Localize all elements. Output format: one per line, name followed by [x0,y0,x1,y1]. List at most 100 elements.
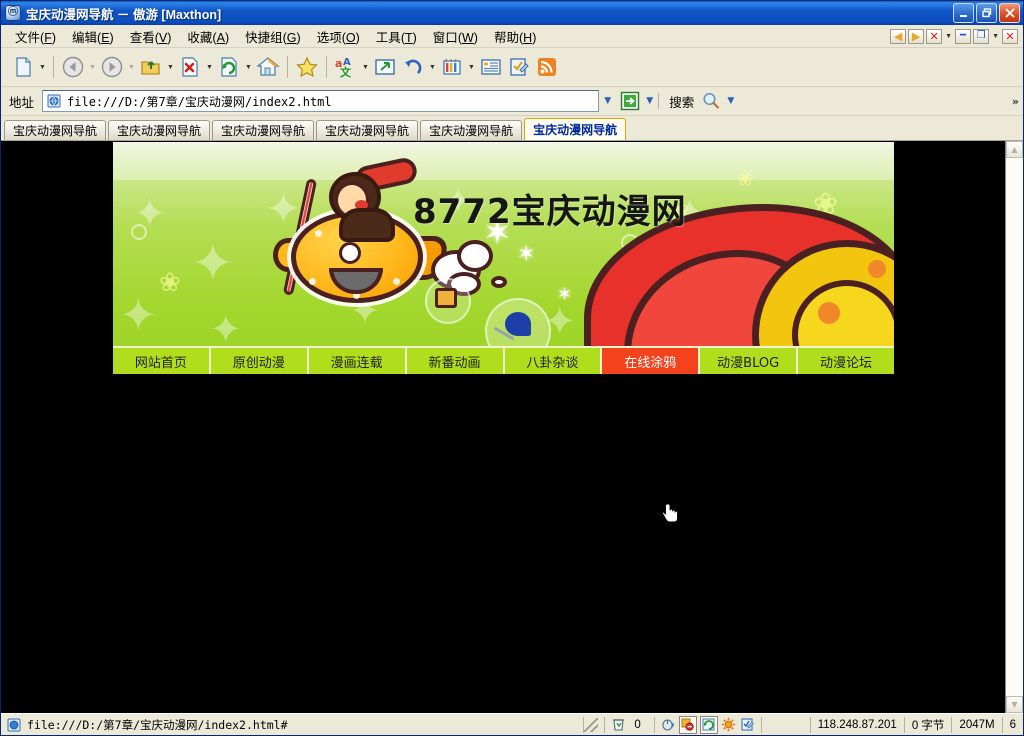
notes-edit-icon[interactable] [505,53,533,81]
proxy-switch-icon[interactable] [699,715,718,734]
nav-item-blog[interactable]: 动漫BLOG [700,348,799,374]
translate-icon[interactable]: a A 文 [332,53,360,81]
magnifier-icon[interactable] [700,90,722,112]
banner-sky [113,142,894,180]
status-plugin-icons [655,715,761,734]
address-history-dropdown[interactable]: ▼ [599,91,616,111]
mdi-prev-button[interactable]: ◀ [890,28,907,44]
nav-item-forum[interactable]: 动漫论坛 [798,348,894,374]
address-bar: 地址 file:///D:/第7章/宝庆动漫网/index2.html ▼ ▼ … [1,87,1023,116]
ad-hunter-icon[interactable] [678,715,697,734]
rss-feed-icon[interactable] [533,53,561,81]
stop-icon[interactable] [176,53,204,81]
blue-flower-icon [505,312,531,336]
undo-close-icon[interactable] [399,53,427,81]
menu-item-favorites[interactable]: 收藏(A) [179,25,237,48]
toolbar-separator [287,56,288,78]
menu-item-options[interactable]: 选项(O) [309,25,368,48]
nav-item-new-anime[interactable]: 新番动画 [406,348,505,374]
close-button[interactable] [999,3,1020,23]
mdi-close-doc-button[interactable]: ✕ [926,28,943,44]
tab-4[interactable]: 宝庆动漫网导航 [420,120,523,140]
mdi-restore-doc-button[interactable]: ❐ [973,28,990,44]
nav-item-online-doodle[interactable]: 在线涂鸦 [602,348,701,374]
go-arrow-icon[interactable] [619,90,641,112]
svg-text:文: 文 [340,65,352,78]
nav-item-original[interactable]: 原创动漫 [210,348,309,374]
scroll-up-button[interactable]: ▲ [1006,141,1023,158]
status-count: 6 [1009,718,1016,731]
nav-item-home[interactable]: 网站首页 [113,348,211,374]
translate-dropdown[interactable]: ▼ [360,64,371,71]
new-page-icon[interactable] [9,53,37,81]
undo-close-dropdown[interactable]: ▼ [427,64,438,71]
menu-item-window[interactable]: 窗口(W) [425,25,486,48]
window-controls [953,3,1020,23]
menu-bar: 文件(F) 编辑(E) 查看(V) 收藏(A) 快捷组(G) 选项(O) 工具(… [1,25,1023,48]
address-separator [658,93,660,109]
refresh-icon[interactable] [215,53,243,81]
home-icon[interactable] [254,53,282,81]
scroll-track[interactable] [1006,158,1023,696]
mdi-minimize-doc-button[interactable]: ━ [955,28,972,44]
mdi-close-window-button[interactable]: ✕ [1002,28,1018,44]
filter-tools-icon[interactable] [438,53,466,81]
back-dropdown[interactable]: ▼ [87,64,98,71]
popup-window-icon[interactable] [371,53,399,81]
tab-2[interactable]: 宝庆动漫网导航 [212,120,315,140]
minimize-button[interactable] [953,3,974,23]
tab-5-active[interactable]: 宝庆动漫网导航 [524,118,627,140]
go-dropdown[interactable]: ▼ [641,91,658,111]
menu-item-edit[interactable]: 编辑(E) [64,25,122,48]
tab-1[interactable]: 宝庆动漫网导航 [108,120,211,140]
status-blocked-cell[interactable]: 0 [605,715,653,734]
menu-item-help[interactable]: 帮助(H) [486,25,544,48]
mdi-close-dropdown[interactable]: ▼ [944,33,953,40]
banner-title: 8772宝庆动漫网 [413,192,687,232]
plugin-sun-icon[interactable] [721,717,737,733]
nav-item-gossip[interactable]: 八卦杂谈 [504,348,603,374]
scroll-down-button[interactable]: ▼ [1006,696,1023,713]
forward-icon[interactable] [98,53,126,81]
sidebar-list-icon[interactable] [477,53,505,81]
toolbar-overflow-icon[interactable]: » [1012,95,1019,108]
bubble-decor [131,224,147,240]
tab-bar: 宝庆动漫网导航 宝庆动漫网导航 宝庆动漫网导航 宝庆动漫网导航 宝庆动漫网导航 … [1,116,1023,141]
address-input[interactable]: file:///D:/第7章/宝庆动漫网/index2.html [42,90,600,112]
forward-dropdown[interactable]: ▼ [126,64,137,71]
title-bar: ⓜ 宝庆动漫网导航 － 傲游 [Maxthon] [1,1,1023,25]
menu-item-view[interactable]: 查看(V) [122,25,180,48]
recycle-bin-icon[interactable] [610,717,626,733]
open-folder-icon[interactable] [137,53,165,81]
vertical-scrollbar[interactable]: ▲ ▼ [1005,141,1023,713]
mdi-next-button[interactable]: ▶ [908,28,925,44]
menu-item-tools[interactable]: 工具(T) [368,25,425,48]
address-url-text: file:///D:/第7章/宝庆动漫网/index2.html [67,94,332,109]
fish-dot [315,230,322,237]
stop-dropdown[interactable]: ▼ [204,64,215,71]
menu-item-file[interactable]: 文件(F) [7,25,64,48]
search-engine-dropdown[interactable]: ▼ [722,91,739,111]
menu-item-groups[interactable]: 快捷组(G) [237,25,309,48]
nav-item-comics[interactable]: 漫画连载 [308,348,407,374]
mdi-restore-dropdown[interactable]: ▼ [991,33,1000,40]
status-separator [760,716,762,733]
mouse-gesture-icon[interactable] [660,717,676,733]
filter-tools-dropdown[interactable]: ▼ [466,64,477,71]
new-page-dropdown[interactable]: ▼ [37,64,48,71]
status-bytes: 0 字节 [911,719,945,732]
tab-0[interactable]: 宝庆动漫网导航 [4,120,107,140]
open-folder-dropdown[interactable]: ▼ [165,64,176,71]
page-globe-icon [6,717,22,733]
tab-3[interactable]: 宝庆动漫网导航 [316,120,419,140]
notes-pad-icon[interactable] [740,717,756,733]
rider-body [339,208,395,242]
back-icon[interactable] [59,53,87,81]
status-resize-grip[interactable] [584,717,599,732]
web-page: ✦ ✦ ✦ ✦ ✦ ✦ ✦ ✦ ✦ ✦ ❀ ❀ ❀ ❀ ❀ ✶ ✶ [1,141,1005,713]
restore-button[interactable] [976,3,997,23]
refresh-dropdown[interactable]: ▼ [243,64,254,71]
toolbar-separator [326,56,327,78]
favorites-star-icon[interactable] [293,53,321,81]
toolbar-separator [53,56,54,78]
